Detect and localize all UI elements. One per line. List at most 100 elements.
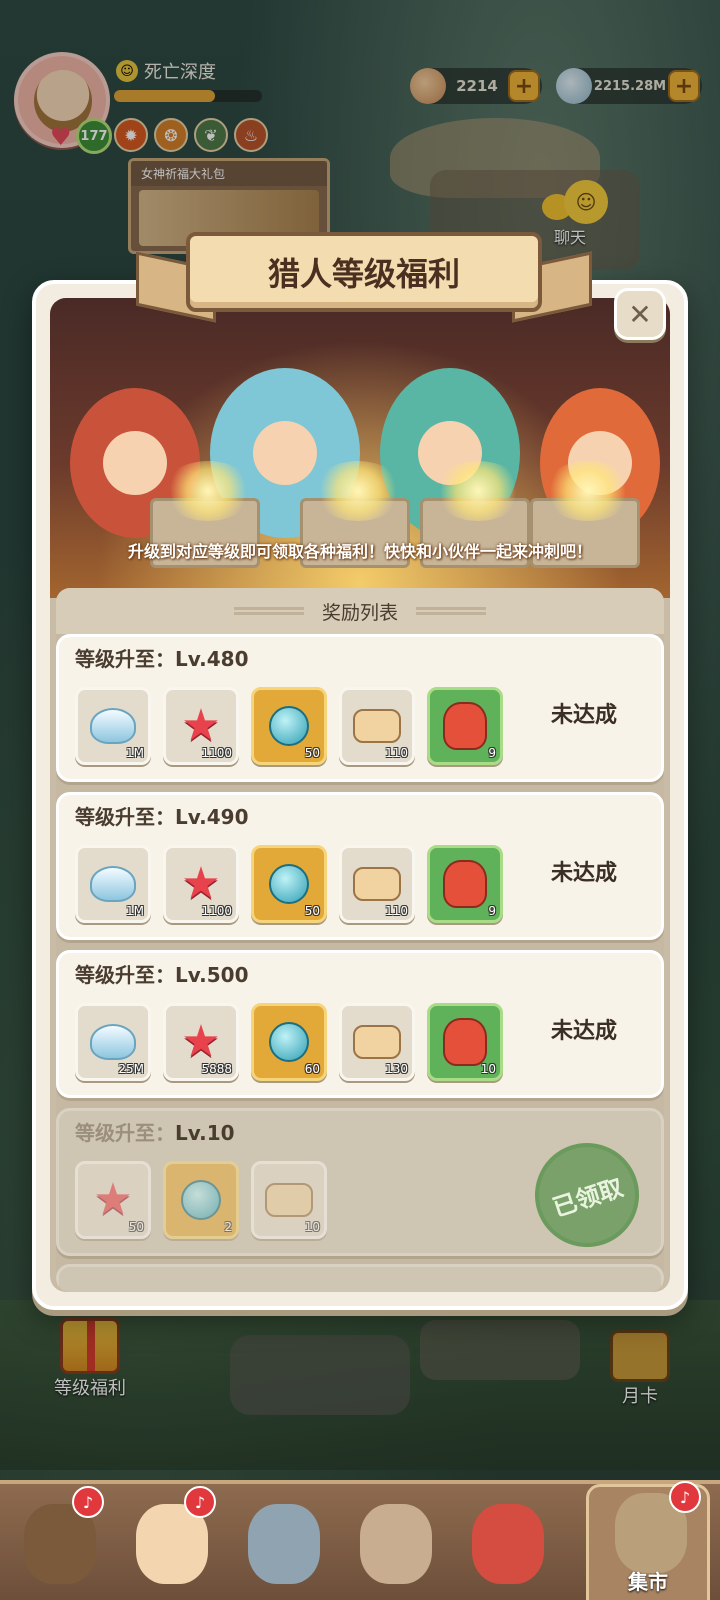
reward-items: 25M ★ 5888 60 130 10 [75, 1003, 503, 1081]
close-button[interactable]: ✕ [614, 288, 666, 340]
reward-item-count: 60 [304, 1062, 320, 1076]
reward-item-count: 1M [126, 746, 144, 760]
divider [233, 607, 304, 615]
reward-item[interactable]: ★ 50 [75, 1161, 151, 1239]
divider [416, 607, 486, 615]
reward-item[interactable]: 50 [251, 687, 327, 765]
close-icon: ✕ [628, 297, 652, 331]
elder-portrait-icon [360, 1504, 432, 1584]
reward-row-peek [56, 1264, 664, 1292]
starfish-icon: ★ [93, 1174, 133, 1225]
starfish-icon: ★ [181, 858, 221, 909]
notification-bell-icon: ♪ [72, 1486, 104, 1518]
banner-caption: 升级到对应等级即可领取各种福利！快快和小伙伴一起来冲刺吧！ [127, 542, 592, 561]
shell-icon [90, 708, 136, 744]
nav-pet-button[interactable] [458, 1492, 558, 1600]
reward-item-count: 1100 [201, 746, 232, 760]
level-prefix: 等级升至： [75, 647, 175, 671]
reward-item[interactable]: 1M [75, 845, 151, 923]
shell-icon [90, 866, 136, 902]
reward-item-count: 50 [304, 746, 320, 760]
reward-item[interactable]: 1M [75, 687, 151, 765]
bone-scroll-icon [353, 1025, 401, 1059]
bone-scroll-icon [265, 1183, 313, 1217]
reward-item[interactable]: 130 [339, 1003, 415, 1081]
reward-item[interactable]: 60 [251, 1003, 327, 1081]
reward-item[interactable]: 10 [251, 1161, 327, 1239]
hero-banner-art: 升级到对应等级即可领取各种福利！快快和小伙伴一起来冲刺吧！ [50, 298, 670, 598]
reward-item[interactable]: ★ 1100 [163, 687, 239, 765]
reward-list-header: 奖励列表 [56, 588, 664, 634]
reward-row-title: 等级升至：Lv.10 [75, 1117, 235, 1146]
reward-item-count: 110 [385, 904, 408, 918]
reward-row: 等级升至：Lv.480 1M ★ 1100 50 110 9 未达成 [56, 634, 664, 782]
reward-item[interactable]: 9 [427, 687, 503, 765]
nav-market-label: 集市 [628, 1570, 668, 1594]
reward-item[interactable]: 50 [251, 845, 327, 923]
reward-item-count: 25M [118, 1062, 144, 1076]
potion-icon [181, 1180, 221, 1220]
nav-hero-button[interactable]: ♪ [122, 1486, 222, 1600]
reward-item-count: 10 [480, 1062, 496, 1076]
bone-scroll-icon [353, 709, 401, 743]
level-prefix: 等级升至： [75, 1121, 175, 1145]
nav-market-button[interactable]: ♪ 集市 [586, 1481, 710, 1600]
modal-title: 猎人等级福利 [186, 232, 542, 312]
claimed-stamp: 已领取 [521, 1129, 653, 1261]
notification-bell-icon: ♪ [669, 1481, 701, 1513]
reward-row-title: 等级升至：Lv.480 [75, 643, 249, 672]
reward-item[interactable]: 110 [339, 845, 415, 923]
level-value: Lv.480 [175, 647, 249, 671]
reward-item[interactable]: 2 [163, 1161, 239, 1239]
nav-elder-button[interactable] [346, 1492, 446, 1600]
reward-item[interactable]: 25M [75, 1003, 151, 1081]
bone-scroll-icon [353, 867, 401, 901]
reward-item[interactable]: 110 [339, 687, 415, 765]
reward-items: 1M ★ 1100 50 110 9 [75, 687, 503, 765]
reward-status: 未达成 [550, 1019, 617, 1044]
armor-sword-icon [248, 1504, 320, 1584]
notification-bell-icon: ♪ [184, 1486, 216, 1518]
reward-item-count: 1100 [201, 904, 232, 918]
reward-row: 等级升至：Lv.490 1M ★ 1100 50 110 9 未达成 [56, 792, 664, 940]
reward-item-count: 10 [304, 1220, 320, 1234]
potion-icon [269, 706, 309, 746]
level-value: Lv.490 [175, 805, 249, 829]
level-value: Lv.10 [175, 1121, 235, 1145]
reward-row: 等级升至：Lv.10 ★ 50 2 10 已领取 [56, 1108, 664, 1261]
red-dino-icon [472, 1504, 544, 1584]
starfish-icon: ★ [181, 1016, 221, 1067]
reward-list-panel[interactable]: 奖励列表 等级升至：Lv.480 1M ★ 1100 50 110 9 未达成 等级升至：Lv.… [56, 588, 664, 1292]
reward-row-title: 等级升至：Lv.500 [75, 959, 249, 988]
reward-item-count: 5888 [201, 1062, 232, 1076]
reward-items: ★ 50 2 10 [75, 1161, 327, 1239]
bottom-nav: ♪ ♪ ♪ 集市 [0, 1480, 720, 1600]
hunter-level-benefit-modal: 升级到对应等级即可领取各种福利！快快和小伙伴一起来冲刺吧！ 奖励列表 等级升至：… [32, 232, 688, 1310]
reward-list-title: 奖励列表 [321, 601, 398, 624]
reward-item-count: 1M [126, 904, 144, 918]
reward-item-count: 9 [488, 746, 496, 760]
shell-icon [90, 1024, 136, 1060]
starfish-icon: ★ [181, 700, 221, 751]
reward-item-count: 110 [385, 746, 408, 760]
reward-item[interactable]: ★ 1100 [163, 845, 239, 923]
dino-egg-icon [443, 702, 487, 750]
modal-body: 升级到对应等级即可领取各种福利！快快和小伙伴一起来冲刺吧！ 奖励列表 等级升至：… [50, 298, 670, 1292]
reward-item-count: 2 [224, 1220, 232, 1234]
potion-icon [269, 864, 309, 904]
dino-egg-icon [443, 860, 487, 908]
reward-item-count: 9 [488, 904, 496, 918]
reward-row: 等级升至：Lv.500 25M ★ 5888 60 130 10 未达成 [56, 950, 664, 1098]
modal-title-banner: 猎人等级福利 [136, 226, 592, 326]
reward-row-title: 等级升至：Lv.490 [75, 801, 249, 830]
nav-equipment-button[interactable] [234, 1492, 334, 1600]
reward-item-count: 50 [128, 1220, 144, 1234]
reward-item[interactable]: 10 [427, 1003, 503, 1081]
reward-item-count: 50 [304, 904, 320, 918]
reward-item[interactable]: 9 [427, 845, 503, 923]
reward-item-count: 130 [385, 1062, 408, 1076]
level-prefix: 等级升至： [75, 805, 175, 829]
reward-item[interactable]: ★ 5888 [163, 1003, 239, 1081]
potion-icon [269, 1022, 309, 1062]
nav-beast-button[interactable]: ♪ [10, 1486, 110, 1600]
